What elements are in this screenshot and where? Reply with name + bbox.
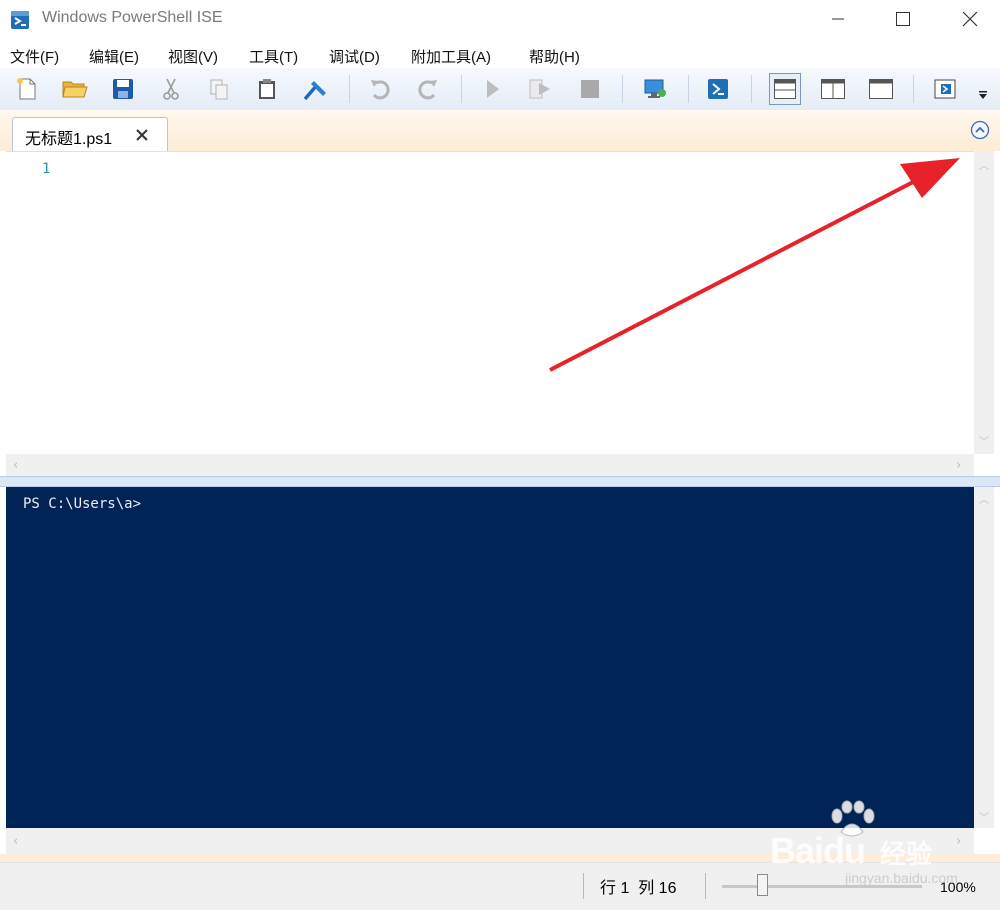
toolbar-separator	[688, 75, 689, 103]
tab-label: 无标题1.ps1	[25, 131, 113, 148]
undo-button[interactable]	[365, 74, 395, 104]
window-title: Windows PowerShell ISE	[42, 9, 223, 26]
save-icon	[113, 79, 133, 99]
open-icon	[62, 81, 88, 98]
new-button[interactable]	[12, 74, 42, 104]
undo-icon	[371, 80, 390, 100]
menu-tools[interactable]: 工具(T)	[249, 46, 298, 67]
scroll-left-arrow-icon[interactable]: ‹	[13, 458, 18, 473]
paste-icon	[259, 79, 275, 99]
watermark-jingyan: 经验	[880, 840, 933, 870]
show-script-maximized-icon	[869, 79, 893, 99]
show-script-top-icon	[774, 79, 796, 99]
editor-horizontal-scrollbar[interactable]: ‹ ›	[6, 454, 974, 476]
powershell-icon	[708, 79, 728, 99]
remote-powershell-icon	[644, 79, 666, 98]
baidu-jingyan-watermark: Baidu 经验 jingyan.baidu.com	[765, 800, 965, 900]
watermark-brand-part2: du	[823, 830, 866, 871]
scroll-down-arrow-icon[interactable]: ﹀	[979, 809, 989, 824]
toolbar-separator	[751, 75, 752, 103]
cut-button[interactable]	[156, 74, 186, 104]
collapse-script-pane-button[interactable]	[970, 120, 990, 140]
menu-view[interactable]: 视图(V)	[168, 46, 218, 67]
console-vertical-scrollbar[interactable]: ︿ ﹀	[974, 487, 994, 828]
maximize-button[interactable]	[880, 0, 926, 38]
copy-button[interactable]	[204, 74, 234, 104]
cut-icon	[163, 78, 179, 100]
maximize-icon	[896, 12, 910, 26]
scroll-up-arrow-icon[interactable]: ︿	[979, 157, 989, 172]
run-selection-button[interactable]	[525, 74, 555, 104]
close-button[interactable]	[947, 0, 993, 38]
close-icon	[962, 11, 978, 27]
redo-button[interactable]	[413, 74, 443, 104]
scroll-up-arrow-icon[interactable]: ︿	[979, 491, 989, 506]
menu-debug[interactable]: 调试(D)	[329, 46, 380, 67]
console-prompt: PS C:\Users\a>	[23, 496, 142, 512]
toolbar-overflow-button[interactable]	[976, 90, 990, 106]
pane-splitter[interactable]	[0, 476, 1000, 487]
toolbar-separator	[349, 75, 350, 103]
new-icon	[17, 78, 36, 100]
toolbar-separator	[461, 75, 462, 103]
menu-file[interactable]: 文件(F)	[10, 46, 59, 67]
status-separator	[705, 873, 706, 899]
scroll-right-arrow-icon[interactable]: ›	[956, 458, 961, 473]
run-icon	[487, 80, 499, 98]
toolbar	[0, 68, 1000, 111]
remote-powershell-button[interactable]	[640, 74, 670, 104]
line-number: 1	[42, 161, 51, 177]
cursor-position: 行 1 列 16	[600, 880, 677, 897]
powershell-ise-icon	[11, 11, 29, 29]
clear-console-icon	[303, 81, 326, 101]
status-separator	[583, 873, 584, 899]
scroll-down-arrow-icon[interactable]: ﹀	[979, 433, 989, 448]
toolbar-overflow-icon	[979, 91, 987, 99]
editor-vertical-scrollbar[interactable]: ︿ ﹀	[974, 151, 994, 454]
menu-bar: 文件(F) 编辑(E) 视图(V) 工具(T) 调试(D) 附加工具(A) 帮助…	[0, 42, 1000, 68]
tab-close-button[interactable]	[135, 123, 149, 147]
copy-icon	[210, 79, 228, 100]
run-selection-icon	[529, 79, 550, 99]
toolbar-separator	[913, 75, 914, 103]
console-pane[interactable]: PS C:\Users\a>	[6, 487, 974, 828]
minimize-button[interactable]	[815, 0, 861, 38]
clear-console-button[interactable]	[300, 74, 330, 104]
minimize-icon	[832, 18, 844, 20]
menu-help[interactable]: 帮助(H)	[529, 46, 580, 67]
watermark-brand: Baidu	[770, 830, 866, 872]
powershell-button[interactable]	[703, 74, 733, 104]
open-button[interactable]	[60, 74, 90, 104]
script-editor[interactable]: 1	[6, 151, 974, 455]
run-button[interactable]	[477, 74, 507, 104]
close-icon	[136, 129, 148, 141]
stop-button[interactable]	[575, 74, 605, 104]
show-script-right-icon	[821, 79, 845, 99]
redo-icon	[418, 80, 437, 100]
show-command-addon-button[interactable]	[930, 74, 960, 104]
paste-button[interactable]	[252, 74, 282, 104]
watermark-url: jingyan.baidu.com	[845, 870, 958, 886]
toolbar-separator	[622, 75, 623, 103]
show-script-top-button[interactable]	[769, 73, 801, 105]
show-command-addon-icon	[934, 79, 956, 99]
watermark-brand-part1: Bai	[770, 830, 824, 871]
stop-icon	[581, 80, 599, 98]
save-button[interactable]	[108, 74, 138, 104]
show-script-maximized-button[interactable]	[866, 74, 896, 104]
tab-untitled1[interactable]: 无标题1.ps1	[12, 117, 168, 151]
menu-addons[interactable]: 附加工具(A)	[411, 46, 491, 67]
scroll-left-arrow-icon[interactable]: ‹	[13, 834, 18, 849]
show-script-right-button[interactable]	[818, 74, 848, 104]
title-bar: Windows PowerShell ISE	[0, 0, 1000, 40]
menu-edit[interactable]: 编辑(E)	[89, 46, 139, 67]
